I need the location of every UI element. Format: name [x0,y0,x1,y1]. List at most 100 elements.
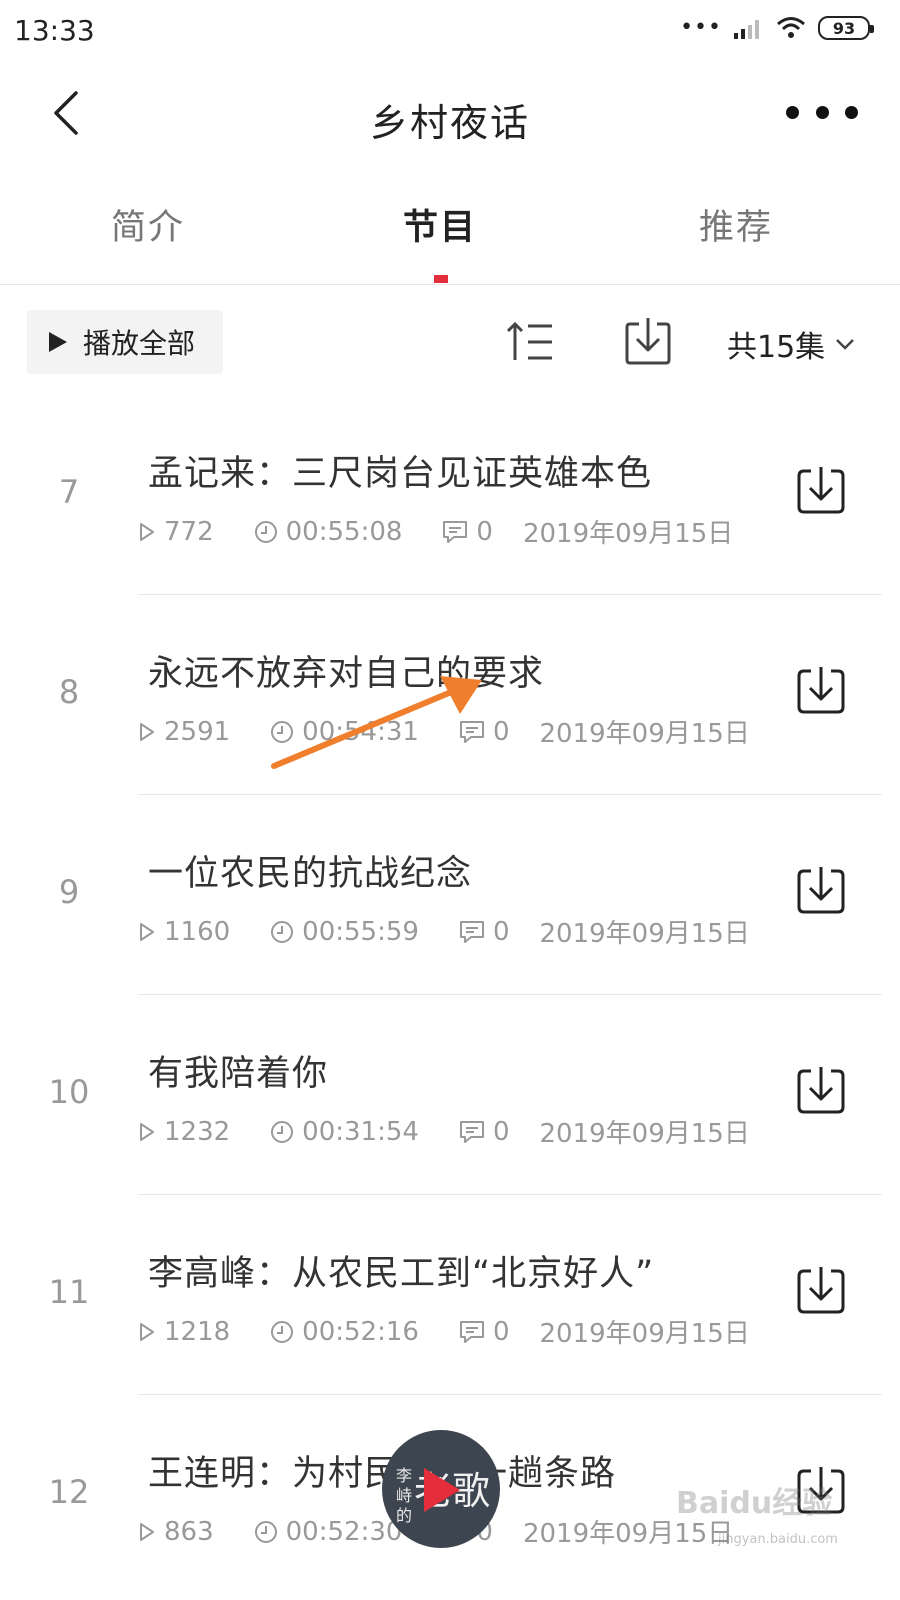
episode-index: 12 [48,1473,90,1511]
comment-icon [459,1120,484,1143]
comment-icon [459,720,484,743]
comment-count: 0 [442,517,493,547]
download-icon [797,867,845,914]
wifi-icon [777,17,805,38]
dot-icon [845,105,858,119]
baidu-watermark-url: jingyan.baidu.com [718,1532,838,1547]
download-icon [797,1067,845,1114]
tab-programs[interactable]: 节目 [403,199,477,250]
duration-value: 00:52:30 [285,1516,403,1547]
duration: 00:55:59 [270,917,419,947]
publish-date: 2019年09月15日 [539,1119,750,1149]
episode-title: 一位农民的抗战纪念 [148,854,473,894]
batch-download-button[interactable] [624,316,672,366]
play-icon [424,1468,460,1512]
comment-icon [459,1320,484,1343]
clock-icon [271,1320,294,1343]
episode-download-button[interactable] [796,465,846,515]
episode-meta: 1232 00:31:54 0 2019年09月15日 [138,1113,750,1150]
comment-count-value: 0 [492,716,510,747]
play-count-value: 863 [164,1516,214,1547]
dot-icon [786,105,799,119]
play-count: 1232 [138,1117,230,1147]
play-all-button[interactable]: 播放全部 [27,310,223,374]
dot-icon [815,105,829,119]
play-count-value: 1218 [164,1316,231,1347]
episode-title: 永远不放弃对自己的要求 [148,654,545,694]
status-icons: ••• 93 [680,16,874,40]
play-all-label: 播放全部 [83,327,196,360]
comment-count: 0 [459,1317,510,1347]
more-options-button[interactable] [786,92,858,132]
comment-count-value: 0 [492,916,510,947]
chevron-down-icon [836,339,855,350]
episode-toolbar: 播放全部 共15集 [0,310,900,374]
play-count-icon [140,522,154,541]
play-count-icon [140,722,154,741]
clock-icon [271,920,294,943]
episode-index: 10 [48,1073,90,1111]
baidu-watermark: Baidu经验 [676,1486,833,1521]
tab-recommend[interactable]: 推荐 [699,199,773,250]
episode-download-button[interactable] [796,1265,846,1315]
episode-index: 11 [48,1273,90,1311]
comment-count: 0 [459,717,510,747]
clock-icon [254,1520,277,1543]
episode-title: 有我陪着你 [148,1054,329,1094]
episode-download-button[interactable] [796,665,846,715]
sort-button[interactable] [505,320,555,364]
comment-count-value: 0 [492,1316,510,1347]
comment-count: 0 [459,1117,510,1147]
episode-row[interactable]: 7 孟记来：三尺岗台见证英雄本色 772 00:55:08 0 2019年09月15日 [0,395,900,595]
tab-intro[interactable]: 简介 [111,199,185,250]
download-icon [625,318,671,365]
comment-count: 0 [459,917,510,947]
duration: 00:54:31 [270,717,419,747]
episode-index: 7 [58,473,80,511]
page-title: 乡村夜话 [369,101,530,145]
duration: 00:31:54 [270,1117,419,1147]
episode-download-button[interactable] [796,1065,846,1115]
play-count: 2591 [138,717,230,747]
duration: 00:55:08 [254,516,403,547]
active-tab-indicator [434,275,448,283]
duration-value: 00:55:08 [285,516,403,547]
play-count: 772 [138,517,214,547]
episode-row[interactable]: 8 永远不放弃对自己的要求 2591 00:54:31 0 2019年09月15日 [0,595,900,795]
episode-meta: 772 00:55:08 0 2019年09月15日 [138,513,733,550]
play-count-value: 1232 [164,1116,231,1147]
duration-value: 00:55:59 [302,916,419,947]
play-count: 1160 [138,917,230,947]
play-count-icon [140,1122,154,1141]
publish-date: 2019年09月15日 [539,1319,750,1349]
play-count: 863 [138,1517,214,1547]
play-count: 1218 [138,1317,230,1347]
clock-icon [254,520,277,543]
episode-row[interactable]: 11 李高峰：从农民工到“北京好人” 1218 00:52:16 0 2019年09月15… [0,1195,900,1395]
episode-meta: 1218 00:52:16 0 2019年09月15日 [138,1313,750,1350]
comment-icon [459,920,484,943]
download-icon [797,467,845,514]
duration: 00:52:30 [254,1516,403,1547]
episode-download-button[interactable] [796,865,846,915]
duration-value: 00:54:31 [302,716,419,747]
episode-index: 8 [58,673,80,711]
comment-count-value: 0 [476,516,493,547]
play-count-icon [140,1522,154,1541]
publish-date: 2019年09月15日 [522,519,734,549]
download-icon [797,667,845,714]
play-count-icon [140,1322,154,1341]
cellular-signal-icon [734,20,759,39]
status-time: 13:33 [14,14,95,47]
play-count-value: 1160 [164,916,231,947]
play-icon [49,332,67,352]
comment-icon [443,520,468,543]
publish-date: 2019年09月15日 [539,919,750,949]
episode-meta: 2591 00:54:31 0 2019年09月15日 [138,713,750,750]
episode-count-dropdown[interactable]: 共15集 [727,322,855,366]
episode-row[interactable]: 9 一位农民的抗战纪念 1160 00:55:59 0 2019年09月15日 [0,795,900,995]
episode-row[interactable]: 10 有我陪着你 1232 00:31:54 0 2019年09月15日 [0,995,900,1195]
comment-count-value: 0 [492,1116,510,1147]
mini-player[interactable]: 李峙的 老歌 [382,1430,500,1548]
episode-meta: 1160 00:55:59 0 2019年09月15日 [138,913,750,950]
